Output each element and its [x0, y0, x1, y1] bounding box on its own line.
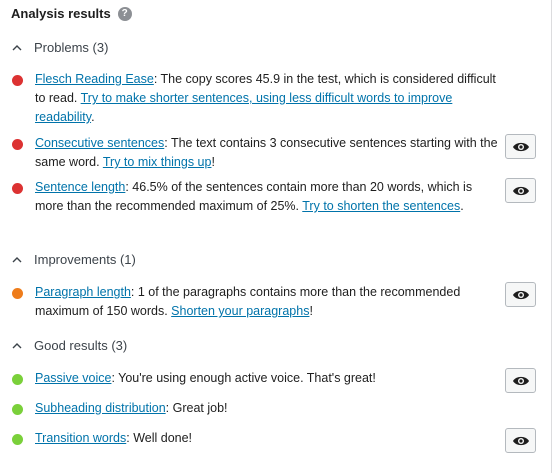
result-link[interactable]: Paragraph length — [35, 285, 131, 299]
improvement-bullet-icon — [12, 288, 23, 299]
good-bullet-icon — [12, 374, 23, 385]
highlight-eye-button[interactable] — [505, 178, 536, 203]
result-link[interactable]: Transition words — [35, 431, 126, 445]
result-text: Consecutive sentences: The text contains… — [35, 136, 498, 169]
result-text: Passive voice: You're using enough activ… — [35, 371, 376, 385]
result-link[interactable]: Consecutive sentences — [35, 136, 164, 150]
section-toggle-good-results[interactable]: Good results (3) — [12, 338, 127, 353]
eye-icon — [512, 436, 529, 445]
section-toggle-improvements[interactable]: Improvements (1) — [12, 252, 136, 267]
result-text: Paragraph length: 1 of the paragraphs co… — [35, 285, 461, 318]
result-link[interactable]: Subheading distribution — [35, 401, 166, 415]
section-toggle-problems[interactable]: Problems (3) — [12, 40, 108, 55]
analysis-header: Analysis results ? — [11, 6, 132, 21]
result-text: Flesch Reading Ease: The copy scores 45.… — [35, 72, 496, 124]
eye-icon — [512, 290, 529, 299]
result-text: Sentence length: 46.5% of the sentences … — [35, 180, 473, 213]
analysis-panel: Analysis results ? Problems (3) Flesch R… — [0, 0, 552, 473]
result-action-link[interactable]: Try to make shorter sentences, using les… — [35, 91, 452, 124]
problem-bullet-icon — [12, 183, 23, 194]
result-action-link[interactable]: Shorten your paragraphs — [171, 304, 309, 318]
good-bullet-icon — [12, 404, 23, 415]
problem-bullet-icon — [12, 139, 23, 150]
highlight-eye-button[interactable] — [505, 368, 536, 393]
result-link[interactable]: Sentence length — [35, 180, 125, 194]
help-icon[interactable]: ? — [117, 6, 132, 21]
highlight-eye-button[interactable] — [505, 428, 536, 453]
eye-icon — [512, 376, 529, 385]
result-link[interactable]: Passive voice — [35, 371, 111, 385]
chevron-up-icon — [12, 342, 22, 348]
section-label: Good results (3) — [34, 338, 128, 353]
section-label: Improvements (1) — [34, 252, 136, 267]
panel-title: Analysis results — [11, 6, 111, 21]
problem-bullet-icon — [12, 75, 23, 86]
chevron-up-icon — [12, 44, 22, 50]
good-bullet-icon — [12, 434, 23, 445]
result-link[interactable]: Flesch Reading Ease — [35, 72, 154, 86]
result-action-link[interactable]: Try to shorten the sentences — [302, 199, 460, 213]
highlight-eye-button[interactable] — [505, 282, 536, 307]
result-action-link[interactable]: Try to mix things up — [103, 155, 212, 169]
eye-icon — [512, 186, 529, 195]
highlight-eye-button[interactable] — [505, 134, 536, 159]
chevron-up-icon — [12, 256, 22, 262]
result-text: Transition words: Well done! — [35, 431, 193, 445]
result-text: Subheading distribution: Great job! — [35, 401, 228, 415]
section-label: Problems (3) — [34, 40, 109, 55]
eye-icon — [512, 142, 529, 151]
